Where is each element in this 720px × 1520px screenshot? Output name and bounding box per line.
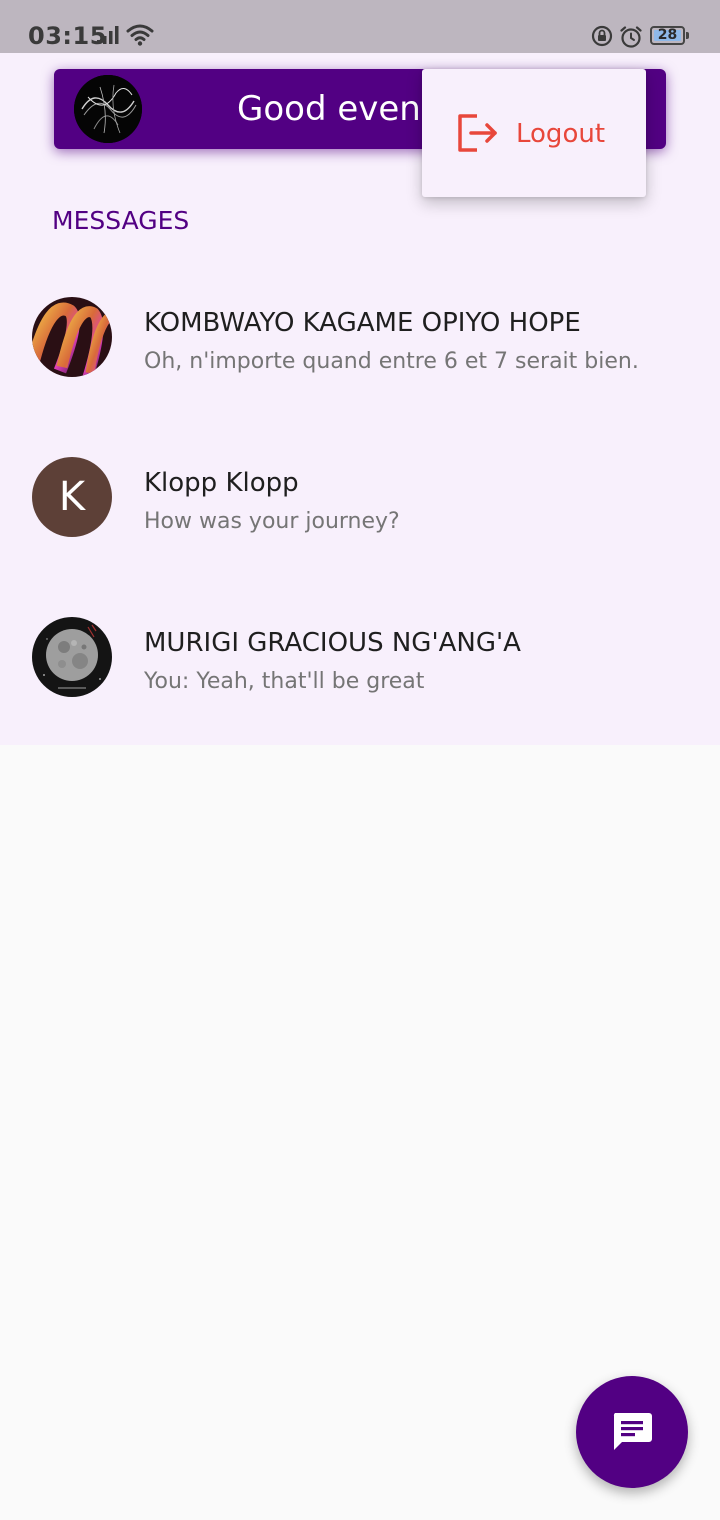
status-bar: 03:15 28 [0,0,720,53]
lock-rotation-icon [591,25,613,52]
new-chat-button[interactable] [576,1376,688,1488]
chat-list-item[interactable]: MURIGI GRACIOUS NG'ANG'A You: Yeah, that… [0,576,720,736]
status-time: 03:15 [28,22,107,50]
battery-icon: 28 [650,26,685,45]
chat-name: MURIGI GRACIOUS NG'ANG'A [144,628,521,658]
battery-cap [686,32,689,39]
chat-name: KOMBWAYO KAGAME OPIYO HOPE [144,308,581,338]
profile-avatar[interactable] [74,75,142,143]
chat-preview: How was your journey? [144,509,400,534]
chat-list-item[interactable]: KOMBWAYO KAGAME OPIYO HOPE Oh, n'importe… [0,256,720,416]
chat-list-item[interactable]: K Klopp Klopp How was your journey? [0,416,720,576]
wifi-icon [126,24,154,51]
photo-avatar [32,297,112,377]
chat-preview: You: Yeah, that'll be great [144,669,425,694]
chat-preview: Oh, n'importe quand entre 6 et 7 serait … [144,349,639,374]
initial-avatar: K [32,457,112,537]
battery-level: 28 [657,27,678,43]
chat-icon [611,1411,653,1458]
alarm-icon [619,25,643,54]
logout-icon [457,113,499,158]
signal-icon [97,26,121,49]
overflow-menu: Logout [422,69,646,197]
moon-photo-avatar [32,617,112,697]
chat-name: Klopp Klopp [144,468,299,498]
logout-label: Logout [516,119,606,149]
section-title: MESSAGES [52,206,190,235]
